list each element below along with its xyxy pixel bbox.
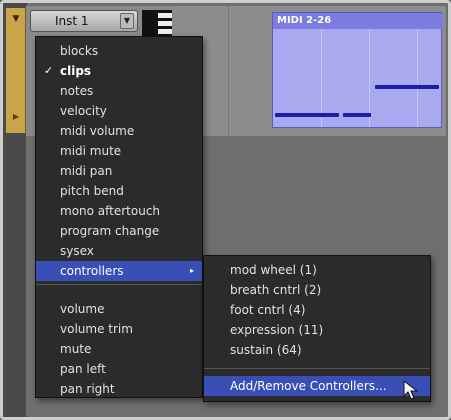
mouse-pointer-icon <box>403 380 419 400</box>
midi-note[interactable] <box>275 113 339 117</box>
menu-item-label: pan left <box>60 362 106 376</box>
submenu-item-label: expression (11) <box>230 323 324 337</box>
submenu-item-label: mod wheel (1) <box>230 263 317 277</box>
menu-separator <box>204 368 430 369</box>
menu-item-label: controllers <box>60 264 124 278</box>
menu-item-blocks[interactable]: blocks <box>36 41 202 61</box>
menu-item-velocity[interactable]: velocity <box>36 101 202 121</box>
menu-item-label: velocity <box>60 104 107 118</box>
menu-separator <box>36 284 202 285</box>
submenu-item-label: foot cntrl (4) <box>230 303 306 317</box>
track-view-menu: blocks ✓ clips notes velocity midi volum… <box>35 36 203 398</box>
menu-item-label: mono aftertouch <box>60 204 161 218</box>
submenu-item-label: sustain (64) <box>230 343 302 357</box>
menu-item-label: pan right <box>60 382 115 396</box>
menu-item-volume-trim[interactable]: volume trim <box>36 319 202 339</box>
menu-item-midi-volume[interactable]: midi volume <box>36 121 202 141</box>
menu-item-label: pitch bend <box>60 184 124 198</box>
checkmark-icon: ✓ <box>44 64 54 77</box>
menu-item-mono-aftertouch[interactable]: mono aftertouch <box>36 201 202 221</box>
menu-item-midi-mute[interactable]: midi mute <box>36 141 202 161</box>
menu-item-midi-pan[interactable]: midi pan <box>36 161 202 181</box>
chevron-down-icon[interactable]: ▼ <box>11 14 21 24</box>
submenu-item-expression[interactable]: expression (11) <box>204 320 430 340</box>
add-remove-controllers-item[interactable]: Add/Remove Controllers... <box>204 376 430 396</box>
submenu-item-foot-cntrl[interactable]: foot cntrl (4) <box>204 300 430 320</box>
chevron-down-icon[interactable]: ▼ <box>120 13 134 29</box>
menu-item-mute[interactable]: mute <box>36 339 202 359</box>
submenu-arrow-icon: ▸ <box>189 266 194 275</box>
menu-item-pitch-bend[interactable]: pitch bend <box>36 181 202 201</box>
menu-item-label: volume trim <box>60 322 133 336</box>
menu-item-label: midi volume <box>60 124 135 138</box>
menu-item-label: program change <box>60 224 160 238</box>
submenu-item-label: breath cntrl (2) <box>230 283 322 297</box>
track-name: Inst 1 <box>55 14 89 28</box>
menu-item-pan-left[interactable]: pan left <box>36 359 202 379</box>
menu-item-clips[interactable]: ✓ clips <box>36 61 202 81</box>
midi-note[interactable] <box>375 85 439 89</box>
menu-item-label: mute <box>60 342 92 356</box>
menu-item-label: blocks <box>60 44 99 58</box>
menu-item-label: midi pan <box>60 164 113 178</box>
menu-item-sysex[interactable]: sysex <box>36 241 202 261</box>
menu-item-label: midi mute <box>60 144 122 158</box>
menu-item-notes[interactable]: notes <box>36 81 202 101</box>
grid-line <box>228 6 229 136</box>
submenu-item-label: Add/Remove Controllers... <box>230 379 387 393</box>
controllers-submenu: mod wheel (1) breath cntrl (2) foot cntr… <box>203 255 431 402</box>
menu-item-label: clips <box>60 64 92 78</box>
menu-item-label: sysex <box>60 244 94 258</box>
submenu-item-breath-cntrl[interactable]: breath cntrl (2) <box>204 280 430 300</box>
menu-item-controllers[interactable]: controllers ▸ <box>36 261 202 281</box>
menu-item-program-change[interactable]: program change <box>36 221 202 241</box>
midi-note[interactable] <box>343 113 371 117</box>
menu-item-volume[interactable]: volume <box>36 299 202 319</box>
play-triangle-icon: ▶ <box>12 112 20 121</box>
midi-region-name: MIDI 2-26 <box>273 13 443 29</box>
menu-item-pan-right[interactable]: pan right <box>36 379 202 399</box>
midi-region[interactable]: MIDI 2-26 <box>272 12 443 128</box>
submenu-item-mod-wheel[interactable]: mod wheel (1) <box>204 260 430 280</box>
submenu-item-sustain[interactable]: sustain (64) <box>204 340 430 360</box>
menu-item-label: notes <box>60 84 94 98</box>
menu-item-label: volume <box>60 302 105 316</box>
region-grid-line <box>417 29 418 127</box>
